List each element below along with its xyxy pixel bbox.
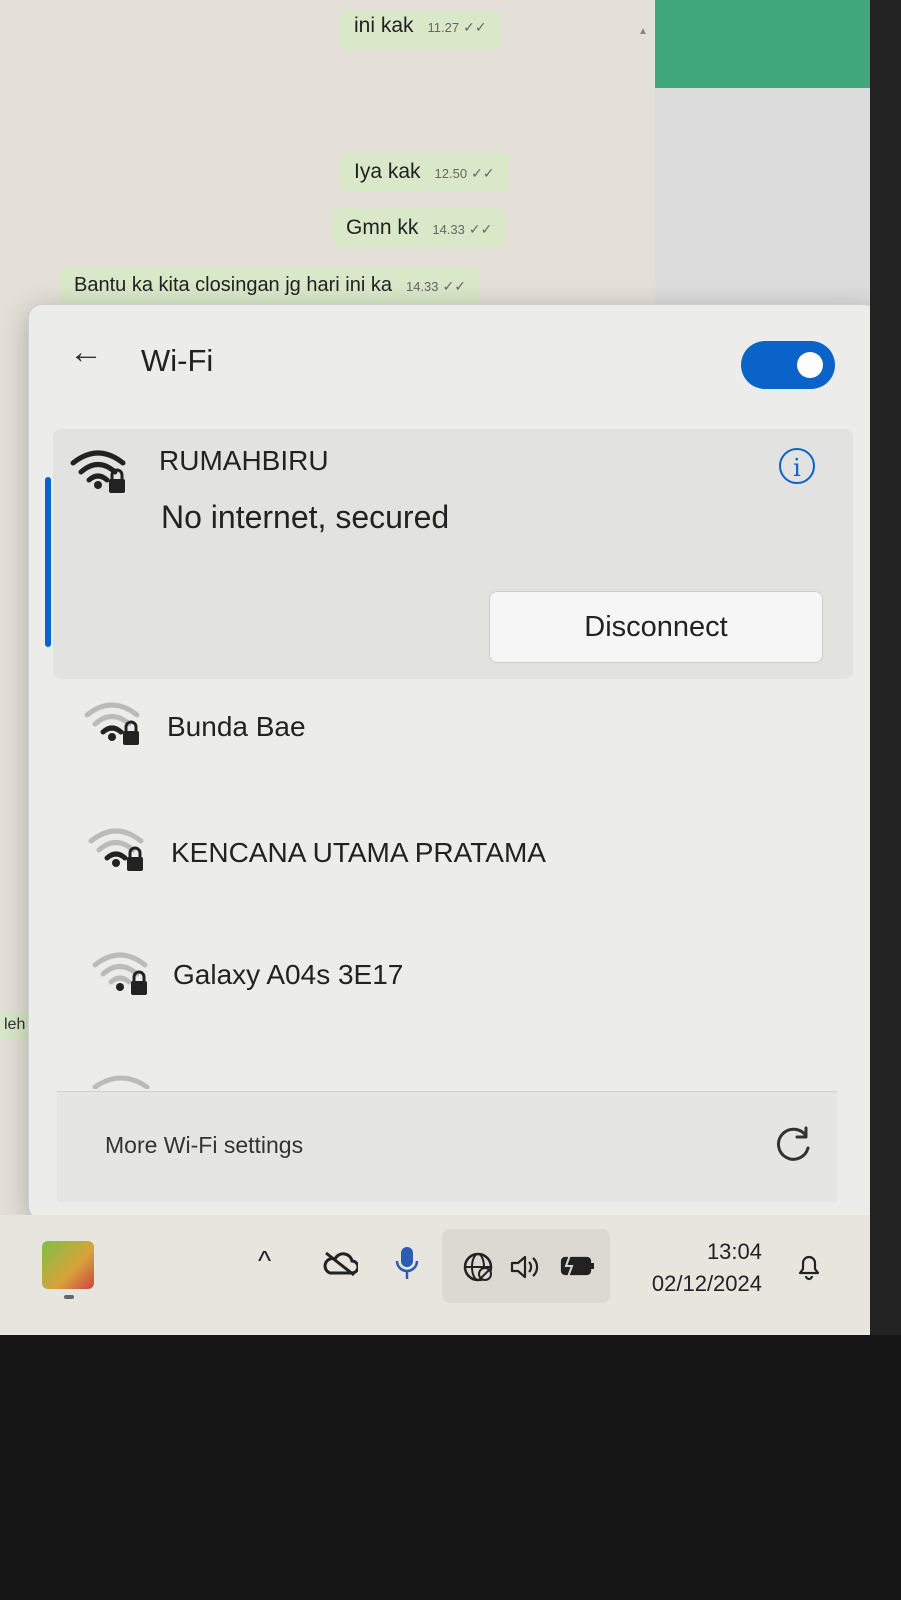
battery-charging-icon <box>560 1254 594 1278</box>
read-ticks-icon: ✓✓ <box>468 221 493 237</box>
message-time: 11.27 <box>427 20 460 35</box>
monitor-bezel-side <box>870 0 901 1335</box>
read-ticks-icon: ✓✓ <box>442 278 466 294</box>
message-text: Bantu ka kita closingan jg hari ini ka <box>74 274 392 296</box>
wifi-toggle[interactable] <box>741 341 835 389</box>
message-text: Gmn kk <box>346 216 419 239</box>
back-arrow-icon[interactable]: ← <box>69 335 103 369</box>
running-indicator <box>64 1295 74 1299</box>
network-info-icon[interactable]: i <box>779 448 815 484</box>
message-time: 14.33 <box>432 222 465 237</box>
wifi-secured-icon <box>88 828 144 871</box>
wifi-partial-icon <box>92 1075 150 1089</box>
network-row[interactable]: Bunda Bae <box>53 675 853 785</box>
wifi-footer: More Wi-Fi settings <box>57 1091 837 1202</box>
microphone-icon[interactable] <box>395 1245 419 1281</box>
screen: ini kak 11.27 ✓✓ Iya kak 12.50 ✓✓ Gmn kk 14.3… <box>0 0 870 1335</box>
network-row[interactable]: KENCANA UTAMA PRATAMA <box>53 801 853 911</box>
taskbar: ^ 13:04 02/12/2024 <box>0 1215 870 1335</box>
clock-time[interactable]: 13:04 <box>690 1239 762 1265</box>
header-green-bar <box>655 0 870 88</box>
clock-date[interactable]: 02/12/2024 <box>620 1271 762 1297</box>
chat-message: Iya kak 12.50 ✓✓ <box>340 152 509 192</box>
read-ticks-icon: ✓✓ <box>463 19 487 35</box>
network-globe-icon <box>463 1252 493 1282</box>
message-time: 14.33 <box>405 279 439 294</box>
notification-bell-icon[interactable] <box>796 1253 822 1281</box>
chat-message: ini kak 11.27 ✓✓ <box>340 10 501 50</box>
message-time: 12.50 <box>434 166 468 181</box>
active-network-indicator <box>45 477 51 647</box>
refresh-icon[interactable] <box>773 1124 813 1164</box>
message-text: ini kak <box>354 14 414 37</box>
scroll-up-icon[interactable]: ▲ <box>638 26 648 37</box>
monitor-bezel <box>0 1335 901 1600</box>
network-name: Bunda Bae <box>167 711 306 742</box>
disconnect-button[interactable]: Disconnect <box>489 591 823 663</box>
wifi-flyout: ← Wi-Fi RUMAHBIRU No internet, secured i… <box>28 304 870 1220</box>
chat-message: Gmn kk 14.33 ✓✓ <box>332 208 507 248</box>
wifi-header: ← Wi-Fi <box>29 305 870 405</box>
network-row[interactable]: Galaxy A04s 3E17 <box>53 925 853 1035</box>
read-ticks-icon: ✓✓ <box>471 165 495 181</box>
onedrive-cloud-icon[interactable] <box>322 1249 358 1277</box>
active-network-name: RUMAHBIRU <box>159 445 329 476</box>
chat-message: Bantu ka kita closingan jg hari ini ka 14… <box>60 266 480 305</box>
game-app-icon[interactable] <box>42 1241 94 1289</box>
message-text: Iya kak <box>354 160 421 183</box>
wifi-title: Wi-Fi <box>141 343 214 378</box>
chevron-up-icon[interactable]: ^ <box>258 1245 271 1277</box>
toggle-knob <box>797 352 823 378</box>
quick-settings-tray[interactable] <box>442 1229 610 1303</box>
more-wifi-settings-link[interactable]: More Wi-Fi settings <box>105 1132 303 1159</box>
wifi-secured-icon <box>84 702 140 745</box>
volume-icon <box>510 1255 539 1279</box>
active-network-status: No internet, secured <box>161 499 450 535</box>
wifi-secured-icon <box>70 450 126 493</box>
network-name: KENCANA UTAMA PRATAMA <box>171 837 546 868</box>
network-name: Galaxy A04s 3E17 <box>173 959 404 990</box>
wifi-secured-icon <box>92 952 148 995</box>
